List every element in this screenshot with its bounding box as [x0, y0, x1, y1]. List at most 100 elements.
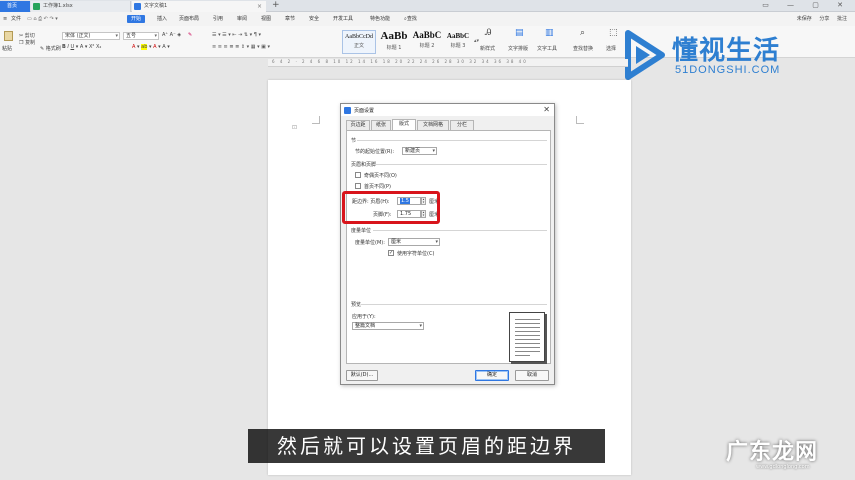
- play-logo-icon: [625, 30, 665, 80]
- style-heading-2-label: 标题 2: [419, 43, 435, 49]
- clear-format-icon[interactable]: ✎: [188, 32, 192, 39]
- copy-label: 复制: [25, 40, 36, 46]
- margin-corner-top-right: [576, 116, 584, 124]
- section-start-select[interactable]: 新建页: [402, 147, 437, 155]
- window-controls[interactable]: ▭ — ▢ ✕: [762, 0, 851, 11]
- apply-to-select[interactable]: 整篇文档: [352, 322, 424, 330]
- find-replace-icon: ⌕: [580, 28, 586, 38]
- preview-line: [515, 331, 540, 332]
- horizontal-ruler[interactable]: 6 4 2 · 2 4 6 8 10 12 14 16 18 20 22 24 …: [268, 59, 628, 67]
- copy-button[interactable]: ❐ 复制: [19, 40, 35, 47]
- text-layout-button[interactable]: 文字排版: [508, 46, 528, 53]
- new-style-button[interactable]: 新样式: [480, 46, 495, 53]
- select-icon: ⬚: [609, 28, 618, 38]
- use-char-unit-checkbox[interactable]: ✓: [388, 250, 394, 256]
- style-scroll-icon[interactable]: ▴▾: [474, 38, 479, 45]
- menu-bar: ≡ 文件 ▭ ⌂ ⎙ ↶ ↷ ▾ 开始 插入 页面布局 引用 审阅 视图 章节 …: [0, 12, 855, 26]
- margin-corner-top-left: [312, 116, 320, 124]
- video-subtitle: 然后就可以设置页眉的距边界: [248, 429, 605, 463]
- logo-title: 懂视生活: [672, 36, 781, 66]
- find-replace-button[interactable]: 查找替换: [573, 46, 593, 53]
- style-heading-1-sample: AaBb: [380, 30, 408, 42]
- preview-line: [515, 319, 540, 320]
- menu-references[interactable]: 引用: [213, 15, 223, 23]
- share-button[interactable]: 分享: [819, 16, 829, 22]
- preview-line: [515, 335, 540, 336]
- select-button[interactable]: 选择: [606, 46, 616, 53]
- menu-view[interactable]: 视图: [261, 15, 271, 23]
- dialog-titlebar[interactable]: 页面设置 ✕: [341, 104, 554, 116]
- paste-button[interactable]: 粘贴: [2, 46, 12, 53]
- style-heading-2[interactable]: AaBbC 标题 2: [411, 30, 443, 54]
- menu-features[interactable]: 特色功能: [370, 15, 390, 23]
- first-page-checkbox[interactable]: [355, 183, 361, 189]
- preview-line: [515, 355, 530, 356]
- ok-button[interactable]: 确定: [475, 370, 509, 381]
- tab-margins[interactable]: 页边距: [346, 120, 370, 130]
- text-tools-button[interactable]: 文字工具: [537, 46, 557, 53]
- menu-security[interactable]: 安全: [309, 15, 319, 23]
- menu-start[interactable]: 开始: [127, 15, 146, 23]
- menu-chapter[interactable]: 章节: [285, 15, 295, 23]
- font-color-icon: A: [132, 44, 136, 50]
- copy-icon: ❐: [19, 40, 24, 46]
- text-layout-icon: ▤: [515, 28, 524, 38]
- quick-access-icons[interactable]: ▭ ⌂ ⎙ ↶ ↷ ▾: [27, 15, 58, 23]
- cut-button[interactable]: ✂ 剪切: [19, 33, 35, 40]
- default-button[interactable]: 默认(D)...: [346, 370, 378, 381]
- grow-shrink-icons[interactable]: A⁺ A⁻ ◈: [162, 32, 181, 39]
- odd-even-label: 奇偶页不同(O): [364, 173, 397, 179]
- text-color-icon: A: [153, 44, 157, 50]
- tab-columns[interactable]: 分栏: [450, 120, 474, 130]
- page-setup-dialog: 页面设置 ✕ 页边距 纸张 版式 文档网格 分栏 节 节的起始位置(R): 新建…: [340, 103, 555, 385]
- preview-line: [515, 343, 540, 344]
- cut-label: 剪切: [24, 33, 35, 39]
- menu-file[interactable]: 文件: [11, 15, 21, 23]
- menu-developer[interactable]: 开发工具: [333, 15, 353, 23]
- new-tab-button[interactable]: +: [272, 0, 280, 11]
- style-normal-sample: AaBbCcDd: [345, 34, 373, 40]
- tab-bar: 首页 工作簿1.xlsx 文字文稿1 × + ▭ — ▢ ✕: [0, 0, 855, 12]
- font-color-icons[interactable]: A ▾ ab ▾ A ▾ A ▾: [132, 44, 170, 51]
- menu-insert[interactable]: 插入: [157, 15, 167, 23]
- watermark: 广东龙网 www.gdlonglong.com: [722, 432, 852, 476]
- format-painter-label: 格式刷: [45, 46, 61, 52]
- ruler-numbers: 6 4 2 · 2 4 6 8 10 12 14 16 18 20 22 24 …: [272, 59, 528, 64]
- style-heading-1[interactable]: AaBb 标题 1: [378, 30, 410, 54]
- dialog-close-button[interactable]: ✕: [543, 105, 550, 114]
- highlight-annotation-box: [342, 191, 440, 224]
- tab-workbook[interactable]: 工作簿1.xlsx: [31, 1, 131, 12]
- paste-icon[interactable]: [4, 31, 13, 41]
- text-tools-icon: ▥: [545, 28, 554, 38]
- font-style-icons[interactable]: B I U ▾ A ▾ X² X₂: [62, 44, 101, 51]
- tab-layout[interactable]: 版式: [392, 119, 416, 130]
- cancel-button[interactable]: 取消: [515, 370, 549, 381]
- style-heading-3[interactable]: AaBbC 标题 3: [444, 30, 472, 54]
- tab-home[interactable]: 首页: [0, 1, 30, 12]
- first-page-label: 首页不同(P): [364, 184, 391, 190]
- close-tab-icon[interactable]: ×: [257, 1, 262, 12]
- style-normal[interactable]: AaBbCcDd 正文: [342, 30, 376, 54]
- unit-select[interactable]: 厘米: [388, 238, 440, 246]
- new-style-icon: Ꭿ: [485, 28, 492, 38]
- style-heading-3-sample: AaBbC: [446, 32, 470, 40]
- comment-button[interactable]: 批注: [837, 16, 847, 22]
- format-painter-button[interactable]: ✎ 格式刷: [40, 46, 61, 53]
- menu-review[interactable]: 审阅: [237, 15, 247, 23]
- odd-even-checkbox[interactable]: [355, 172, 361, 178]
- tab-paper[interactable]: 纸张: [371, 120, 391, 130]
- menu-search[interactable]: ⌕查找: [404, 15, 417, 23]
- section-group-label: 节: [351, 138, 357, 144]
- font-name-select[interactable]: 宋体 (正文): [62, 32, 120, 40]
- hamburger-icon[interactable]: ≡: [3, 15, 7, 23]
- alignment-icons[interactable]: ≡ ≡ ≡ ≣ ≣ ⇕ ▾ ▦ ▾ ▣ ▾: [212, 44, 270, 51]
- divider: [373, 164, 547, 165]
- tab-document-grid[interactable]: 文档网格: [417, 120, 449, 130]
- scissors-icon: ✂: [19, 33, 24, 39]
- font-size-select[interactable]: 五号: [123, 32, 159, 40]
- menu-page-layout[interactable]: 页面布局: [179, 15, 199, 23]
- unsaved-indicator[interactable]: 未保存: [797, 16, 812, 22]
- tab-document[interactable]: 文字文稿1 ×: [132, 1, 266, 12]
- tab-workbook-label: 工作簿1.xlsx: [43, 3, 73, 9]
- list-indent-icons[interactable]: ☰ ▾ ☰ ▾ ⇤ ⇥ ⇅ ▾ ¶ ▾: [212, 32, 261, 39]
